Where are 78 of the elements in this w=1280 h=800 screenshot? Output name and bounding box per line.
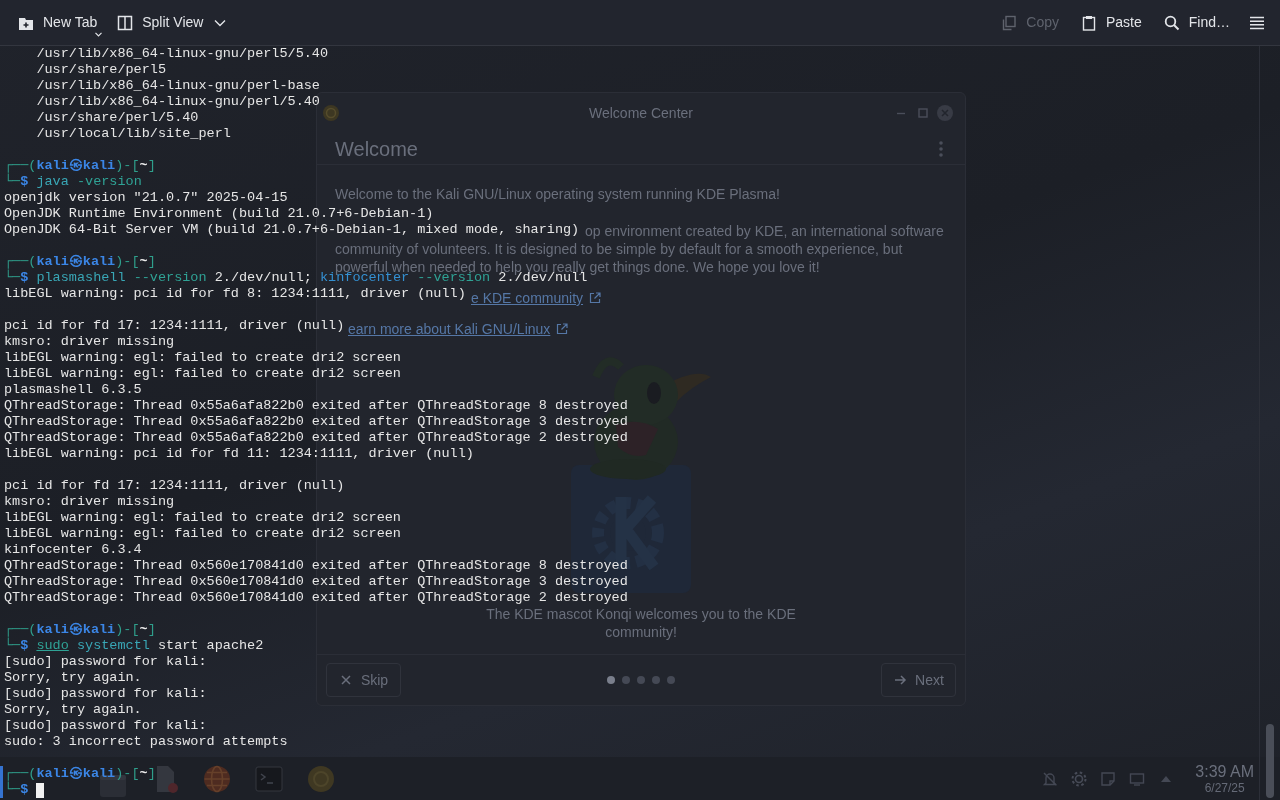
output-line: QThreadStorage: Thread 0x560e170841d0 exited after QThreadStorage 8 destroyed xyxy=(4,558,628,574)
bell-slash-icon[interactable] xyxy=(1042,770,1059,787)
prompt-line: ┌──(kali㉿kali)-[~] xyxy=(4,622,156,638)
output-line: /usr/lib/x86_64-linux-gnu/perl/5.40 xyxy=(35,94,320,110)
mascot-caption: The KDE mascot Konqi welcomes you to the KDE community! xyxy=(486,605,796,641)
search-icon xyxy=(1163,14,1180,31)
output-line: pci id for fd 17: 1234:1111, driver (null) xyxy=(4,318,345,334)
output-line: pci id for fd 17: 1234:1111, driver (null) xyxy=(4,478,345,494)
chevron-down-icon xyxy=(214,18,227,27)
terminal-icon[interactable] xyxy=(255,764,283,793)
command-line: └─$ sudo systemctl start apache2 xyxy=(4,638,264,654)
output-line: QThreadStorage: Thread 0x560e170841d0 exited after QThreadStorage 3 destroyed xyxy=(4,574,628,590)
dots-menu-icon[interactable] xyxy=(939,140,943,157)
output-line: libEGL warning: egl: failed to create dri2 screen xyxy=(4,510,401,526)
link[interactable]: e KDE community xyxy=(471,289,602,307)
output-line: OpenJDK Runtime Environment (build 21.0.7+6-Debian-1) xyxy=(4,206,434,222)
paste-button[interactable]: Paste xyxy=(1074,5,1148,40)
output-line: QThreadStorage: Thread 0x560e170841d0 exited after QThreadStorage 2 destroyed xyxy=(4,590,628,606)
command-line: └─$ java -version xyxy=(4,174,142,190)
clipboard-icon xyxy=(1080,14,1097,31)
intro-text: Welcome to the Kali GNU/Linux operating system running KDE Plasma! xyxy=(335,185,780,203)
output-line: Sorry, try again. xyxy=(4,702,142,718)
output-line: kmsro: driver missing xyxy=(4,494,175,510)
output-line: Sorry, try again. xyxy=(4,670,142,686)
menu-icon xyxy=(1250,15,1264,30)
external-link-icon xyxy=(589,292,602,304)
close-icon[interactable] xyxy=(937,105,953,121)
output-line: kinfocenter 6.3.4 xyxy=(4,542,142,558)
dropdown-caret-icon xyxy=(95,31,103,37)
output-line: /usr/share/perl/5.40 xyxy=(35,110,199,126)
columns-icon xyxy=(117,14,134,31)
clock-time[interactable]: 3:39 AM xyxy=(1195,762,1254,781)
page-heading: Welcome xyxy=(335,136,418,161)
next-button[interactable]: Next xyxy=(881,663,956,697)
output-line: /usr/local/lib/site_perl xyxy=(35,126,231,142)
output-line: QThreadStorage: Thread 0x55a6afa822b0 exited after QThreadStorage 8 destroyed xyxy=(4,398,628,414)
sun-icon[interactable] xyxy=(1071,770,1088,787)
link[interactable]: earn more about Kali GNU/Linux xyxy=(348,320,569,338)
find-button[interactable]: Find… xyxy=(1157,5,1236,40)
output-line: /usr/lib/x86_64-linux-gnu/perl-base xyxy=(35,78,320,94)
split-view-button[interactable]: Split View xyxy=(111,5,233,40)
ring-icon[interactable] xyxy=(307,764,335,793)
output-line: libEGL warning: egl: failed to create dri2 screen xyxy=(4,350,401,366)
prompt-line: ┌──(kali㉿kali)-[~] xyxy=(4,158,156,174)
output-line: [sudo] password for kali: xyxy=(4,654,207,670)
monitor-icon[interactable] xyxy=(1129,770,1146,787)
new-tab-button[interactable]: New Tab xyxy=(12,5,104,40)
copy-icon xyxy=(1001,14,1018,31)
note-icon[interactable] xyxy=(1100,770,1117,787)
output-line: libEGL warning: egl: failed to create dri2 screen xyxy=(4,366,401,382)
output-line: [sudo] password for kali: xyxy=(4,718,207,734)
output-line: libEGL warning: pci id for fd 11: 1234:1111, driver (null) xyxy=(4,446,474,462)
cross-icon xyxy=(338,673,353,687)
maximize-icon[interactable] xyxy=(915,105,931,121)
external-link-icon xyxy=(556,323,569,335)
clock-date[interactable]: 6/27/25 xyxy=(1204,780,1245,795)
output-line: openjdk version "21.0.7" 2025-04-15 xyxy=(4,190,288,206)
arrow-right-icon xyxy=(893,673,908,687)
window-title: Welcome Center xyxy=(589,103,693,123)
output-line: libEGL warning: pci id for fd 8: 1234:1111, driver (null) xyxy=(4,286,466,302)
output-line: /usr/lib/x86_64-linux-gnu/perl5/5.40 xyxy=(35,46,329,62)
skip-button[interactable]: Skip xyxy=(326,663,401,697)
output-line: QThreadStorage: Thread 0x55a6afa822b0 exited after QThreadStorage 2 destroyed xyxy=(4,430,628,446)
description-text: op environment created by KDE, an international software xyxy=(585,222,944,240)
globe-icon[interactable] xyxy=(203,764,231,793)
output-line: OpenJDK 64-Bit Server VM (build 21.0.7+6-Debian-1, mixed mode, sharing) xyxy=(4,222,580,238)
prompt-line: ┌──(kali㉿kali)-[~] xyxy=(4,254,156,270)
output-line: /usr/share/perl5 xyxy=(35,62,167,78)
output-line: libEGL warning: egl: failed to create dri2 screen xyxy=(4,526,401,542)
output-line: kmsro: driver missing xyxy=(4,334,175,350)
prompt-line: ┌──(kali㉿kali)-[~] xyxy=(4,766,156,782)
output-line: [sudo] password for kali: xyxy=(4,686,207,702)
output-line: QThreadStorage: Thread 0x55a6afa822b0 exited after QThreadStorage 3 destroyed xyxy=(4,414,628,430)
scrollbar-thumb[interactable] xyxy=(1266,724,1274,798)
command-line: └─$ xyxy=(4,782,29,798)
output-line: sudo: 3 incorrect password attempts xyxy=(4,734,288,750)
output-line: plasmashell 6.3.5 xyxy=(4,382,142,398)
ring-icon xyxy=(323,105,339,121)
